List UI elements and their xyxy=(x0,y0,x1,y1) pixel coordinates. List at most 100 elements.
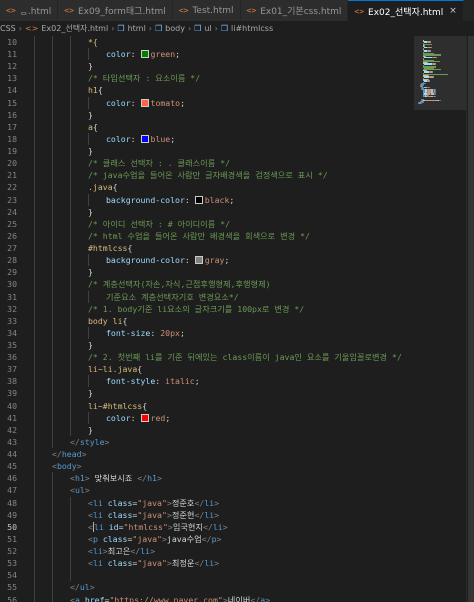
code-line[interactable]: 26 /* html 수업을 들어온 사람만 배경색을 회색으로 변경 */ xyxy=(0,229,414,243)
color-swatch[interactable] xyxy=(140,98,149,107)
tab-4[interactable]: <> Ex02_선택자.html × xyxy=(348,0,464,21)
code-line[interactable]: 18 color: blue; xyxy=(0,132,414,146)
code-line[interactable]: 51 <p class="java">java수업</p> xyxy=(0,532,414,546)
tab-0[interactable]: <> ᆼ.html xyxy=(0,0,59,21)
code-line[interactable]: 24} xyxy=(0,205,414,218)
breadcrumb-item[interactable]: html xyxy=(128,24,146,33)
code-line[interactable]: 45 <body> xyxy=(0,460,414,473)
code-token: .java xyxy=(88,182,113,193)
color-swatch[interactable] xyxy=(194,195,203,204)
indent-guide xyxy=(52,545,53,558)
indent-guide xyxy=(70,557,71,570)
color-swatch[interactable] xyxy=(140,134,149,143)
code-line[interactable]: 42} xyxy=(0,423,414,436)
code-line[interactable]: 16} xyxy=(0,108,414,121)
code-line[interactable]: 40 li~#htmlcss{ xyxy=(0,399,414,412)
indent-guide xyxy=(34,60,35,73)
code-line[interactable]: 47 <ul> xyxy=(0,484,414,497)
breadcrumb-item[interactable]: Ex02_선택자.html xyxy=(41,23,108,34)
indent-guide xyxy=(34,496,35,509)
code-token: italic xyxy=(165,376,195,387)
code-line[interactable]: 36 /* 2. 첫번째 li를 기준 뒤에있는 class이름이 java인 요… xyxy=(0,351,414,364)
code-line[interactable]: 54 xyxy=(0,569,414,582)
breadcrumb-item[interactable]: li#htmlcss xyxy=(231,24,273,33)
line-number: 19 xyxy=(7,146,17,157)
code-line[interactable]: 32 /* 1. body기준 li요소의 글자크기를 100px로 변경 */ xyxy=(0,302,414,315)
indent-guide xyxy=(52,363,53,376)
scrollbar-thumb[interactable] xyxy=(468,36,474,602)
code-line[interactable]: 52 <li>최고은</li> xyxy=(0,545,414,558)
indent-guide xyxy=(34,290,35,303)
code-line[interactable]: 11 color: green; xyxy=(0,48,414,61)
code-line[interactable]: 44 </head> xyxy=(0,448,414,461)
code-line[interactable]: 56 <a href="https://www.naver.com">네이버</a… xyxy=(0,593,414,602)
breadcrumb-item[interactable]: CSS xyxy=(0,24,16,33)
code-line[interactable]: 49 <li class="java">정준현</li> xyxy=(0,508,414,521)
minimap[interactable] xyxy=(414,36,466,602)
indent-guide xyxy=(70,60,71,73)
code-line[interactable]: 17 a{ xyxy=(0,120,414,133)
code-token: 최고은 xyxy=(107,546,131,557)
breadcrumb-item[interactable]: body xyxy=(165,24,185,33)
code-line[interactable]: 39} xyxy=(0,387,414,400)
code-line[interactable]: 35} xyxy=(0,339,414,352)
tab-1[interactable]: <> Ex09_form태그.html xyxy=(58,0,173,21)
code-line[interactable]: 23 background-color: black; xyxy=(0,193,414,206)
code-line[interactable]: 13 /* 타입선택자 : 요소이름 */ xyxy=(0,72,414,85)
code-line[interactable]: 21 /* java수업을 들어온 사람만 글자배경색을 검정색으로 표시 */ xyxy=(0,169,414,182)
code-line[interactable]: 30 /* 계층선택자(자손,자식,근접후행형제,후행형제) xyxy=(0,278,414,291)
code-token: font-style xyxy=(106,376,156,387)
code-line[interactable]: 37 li~li.java{ xyxy=(0,363,414,376)
code-token: "java" xyxy=(137,558,167,569)
code-line[interactable]: 43 </style> xyxy=(0,435,414,449)
code-line[interactable]: 15 color: tomato; xyxy=(0,96,414,109)
code-line[interactable]: 28 background-color: gray; xyxy=(0,254,414,267)
code-token: { xyxy=(97,85,103,96)
code-line[interactable]: 53 <li class="java">최정운</li> xyxy=(0,557,414,570)
code-line[interactable]: 22 .java{ xyxy=(0,181,414,194)
code-token: ; xyxy=(170,133,176,144)
breadcrumb-item[interactable]: ul xyxy=(204,24,211,33)
code-line[interactable]: 14 h1{ xyxy=(0,84,414,97)
code-line[interactable]: 41 color: red; xyxy=(0,411,414,424)
code-token: } xyxy=(88,146,93,157)
code-line[interactable]: 38 font-style: italic; xyxy=(0,375,414,388)
code-editor[interactable]: 10 *{11 color: green; 12} 13/* 타입선택자 : 요소이름 … xyxy=(0,36,414,602)
tab-3[interactable]: <> Ex01_기본css.html xyxy=(240,0,349,21)
code-line[interactable]: 31 기준요소 계층선택자기호 변경요소*/ xyxy=(0,290,414,303)
color-swatch[interactable] xyxy=(140,413,149,422)
code-line[interactable]: 12} xyxy=(0,60,414,73)
code-line[interactable]: 34 font-size: 20px; xyxy=(0,326,414,339)
code-token: style xyxy=(79,436,105,447)
html-file-icon: <> xyxy=(178,6,189,15)
code-line[interactable]: 25 /* 아이디 선택자 : # 아이디이름 */ xyxy=(0,217,414,230)
indent-guide xyxy=(52,593,53,602)
code-line[interactable]: 33 body li{ xyxy=(0,314,414,327)
minimap-mark xyxy=(428,86,430,89)
code-line[interactable]: 48 <li class="java">정준호</li> xyxy=(0,496,414,509)
indent-guide xyxy=(70,399,71,412)
code-token: : xyxy=(130,412,141,423)
code-line[interactable]: 20 /* 클래스 선택자 : . 클래스이름 */ xyxy=(0,157,414,170)
line-number: 26 xyxy=(7,230,17,241)
close-icon[interactable]: × xyxy=(449,6,457,16)
vertical-scrollbar[interactable] xyxy=(466,36,474,602)
line-number: 31 xyxy=(7,291,17,302)
indent-guide xyxy=(70,314,71,327)
tab-2[interactable]: <> Test.html xyxy=(172,0,241,21)
code-line[interactable]: 19} xyxy=(0,145,414,158)
color-swatch[interactable] xyxy=(194,256,203,265)
indent-guide xyxy=(88,290,89,303)
minimap-mark xyxy=(433,76,434,78)
code-line[interactable]: 55 </ul> xyxy=(0,581,414,594)
code-line[interactable]: 29} xyxy=(0,266,414,279)
code-line[interactable]: 10 *{ xyxy=(0,36,414,49)
color-swatch[interactable] xyxy=(140,50,149,59)
code-line[interactable]: 46 <h1> 맞춰보시죠 </h1> xyxy=(0,472,414,485)
tab-label: Ex01_기본css.html xyxy=(260,7,342,17)
element-icon: ❒ xyxy=(220,23,229,33)
indent-guide xyxy=(34,375,35,388)
code-token: </ xyxy=(137,473,148,484)
code-line[interactable]: 50 <li id="htmlcss">임국현지</li> xyxy=(0,520,414,533)
code-line[interactable]: 27 #htmlcss{ xyxy=(0,242,414,255)
